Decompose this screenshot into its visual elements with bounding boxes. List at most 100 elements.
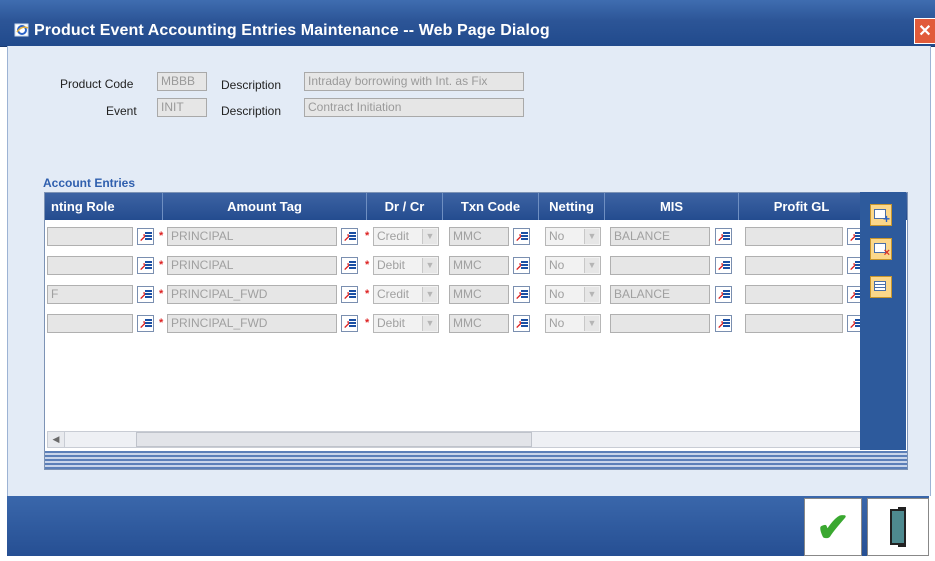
title-bar: Product Event Accounting Entries Mainten… [0, 0, 935, 47]
col-mis[interactable]: MIS [605, 193, 739, 220]
ok-button[interactable]: ✔ [804, 498, 862, 556]
lov-icon[interactable]: ↗ [341, 286, 358, 303]
dr-cr-select[interactable]: Credit ▼ [373, 285, 439, 304]
netting-value: No [549, 287, 565, 301]
col-profit-gl[interactable]: Profit GL [739, 193, 865, 220]
chevron-down-icon: ▼ [422, 316, 437, 331]
dr-cr-select[interactable]: Debit ▼ [373, 314, 439, 333]
scroll-thumb[interactable] [136, 432, 532, 447]
lov-icon[interactable]: ↗ [715, 286, 732, 303]
required-marker: * [159, 317, 164, 329]
lov-icon[interactable]: ↗ [513, 315, 530, 332]
chevron-down-icon: ▼ [584, 229, 599, 244]
product-code-field[interactable]: MBBB [157, 72, 207, 91]
lov-icon[interactable]: ↗ [137, 228, 154, 245]
required-marker: * [365, 230, 370, 242]
product-code-label: Product Code [60, 77, 134, 91]
amount-tag-field[interactable]: PRINCIPAL_FWD [167, 314, 337, 333]
event-field[interactable]: INIT [157, 98, 207, 117]
mis-field[interactable] [610, 256, 710, 275]
profit-gl-field[interactable] [745, 256, 843, 275]
lov-icon[interactable]: ↗ [715, 315, 732, 332]
col-amount-tag[interactable]: Amount Tag [163, 193, 367, 220]
mis-field[interactable]: BALANCE [610, 285, 710, 304]
accounting-role-field[interactable] [47, 227, 133, 246]
amount-tag-field[interactable]: PRINCIPAL [167, 227, 337, 246]
profit-gl-field[interactable] [745, 227, 843, 246]
accounting-role-field[interactable] [47, 314, 133, 333]
chevron-down-icon: ▼ [584, 287, 599, 302]
lov-icon[interactable]: ↗ [137, 286, 154, 303]
col-netting[interactable]: Netting [539, 193, 605, 220]
required-marker: * [365, 259, 370, 271]
txn-code-field[interactable]: MMC [449, 314, 509, 333]
grid-header: nting Role Amount Tag Dr / Cr Txn Code N… [45, 193, 907, 220]
dr-cr-value: Credit [377, 287, 410, 301]
chevron-down-icon: ▼ [422, 229, 437, 244]
scroll-left-icon[interactable]: ◀ [48, 432, 65, 447]
required-marker: * [365, 317, 370, 329]
netting-select[interactable]: No ▼ [545, 314, 601, 333]
lov-icon[interactable]: ↗ [513, 228, 530, 245]
lov-icon[interactable]: ↗ [137, 257, 154, 274]
col-accounting-role[interactable]: nting Role [45, 193, 163, 220]
delete-row-button[interactable]: × [870, 238, 892, 260]
txn-code-field[interactable]: MMC [449, 285, 509, 304]
lov-icon[interactable]: ↗ [715, 228, 732, 245]
accounting-role-field[interactable]: F [47, 285, 133, 304]
profit-gl-field[interactable] [745, 314, 843, 333]
netting-value: No [549, 229, 565, 243]
amount-tag-field[interactable]: PRINCIPAL [167, 256, 337, 275]
exit-button[interactable] [867, 498, 929, 556]
add-row-button[interactable]: + [870, 204, 892, 226]
lov-icon[interactable]: ↗ [513, 286, 530, 303]
dr-cr-value: Debit [377, 258, 406, 272]
required-marker: * [159, 288, 164, 300]
table-row: ↗ * PRINCIPAL ↗ * Credit ▼ MMC ↗ No ▼ BALA… [45, 225, 865, 254]
details-button[interactable] [870, 276, 892, 298]
grid-bottom-border [45, 451, 907, 469]
netting-value: No [549, 316, 565, 330]
dr-cr-value: Credit [377, 229, 410, 243]
netting-select[interactable]: No ▼ [545, 227, 601, 246]
row-actions-panel: + × [860, 192, 906, 450]
mis-field[interactable] [610, 314, 710, 333]
close-icon: ✕ [918, 23, 932, 40]
window-title: Product Event Accounting Entries Mainten… [34, 22, 550, 39]
lov-icon[interactable]: ↗ [513, 257, 530, 274]
required-marker: * [159, 259, 164, 271]
mis-field[interactable]: BALANCE [610, 227, 710, 246]
amount-tag-field[interactable]: PRINCIPAL_FWD [167, 285, 337, 304]
dr-cr-value: Debit [377, 316, 406, 330]
close-button[interactable]: ✕ [914, 18, 935, 44]
col-txn-code[interactable]: Txn Code [443, 193, 539, 220]
dr-cr-select[interactable]: Debit ▼ [373, 256, 439, 275]
table-row: ↗ * PRINCIPAL ↗ * Debit ▼ MMC ↗ No ▼ ↗ ↗ [45, 254, 865, 283]
table-row: F ↗ * PRINCIPAL_FWD ↗ * Credit ▼ MMC ↗ No… [45, 283, 865, 312]
profit-gl-field[interactable] [745, 285, 843, 304]
accounting-role-field[interactable] [47, 256, 133, 275]
horizontal-scrollbar[interactable]: ◀ ▶ [47, 431, 903, 448]
dr-cr-select[interactable]: Credit ▼ [373, 227, 439, 246]
lov-icon[interactable]: ↗ [341, 315, 358, 332]
event-description-field[interactable]: Contract Initiation [304, 98, 524, 117]
col-dr-cr[interactable]: Dr / Cr [367, 193, 443, 220]
description-label-2: Description [221, 104, 282, 118]
txn-code-field[interactable]: MMC [449, 256, 509, 275]
lov-icon[interactable]: ↗ [137, 315, 154, 332]
ie-page-icon [14, 23, 29, 37]
description-label-1: Description [221, 78, 282, 92]
chevron-down-icon: ▼ [422, 258, 437, 273]
txn-code-field[interactable]: MMC [449, 227, 509, 246]
details-icon [874, 281, 886, 291]
chevron-down-icon: ▼ [584, 316, 599, 331]
dialog-window: Product Event Accounting Entries Mainten… [0, 0, 935, 561]
lov-icon[interactable]: ↗ [341, 228, 358, 245]
product-description-field[interactable]: Intraday borrowing with Int. as Fix [304, 72, 524, 91]
lov-icon[interactable]: ↗ [715, 257, 732, 274]
netting-select[interactable]: No ▼ [545, 256, 601, 275]
checkmark-icon: ✔ [816, 506, 850, 550]
netting-value: No [549, 258, 565, 272]
lov-icon[interactable]: ↗ [341, 257, 358, 274]
netting-select[interactable]: No ▼ [545, 285, 601, 304]
